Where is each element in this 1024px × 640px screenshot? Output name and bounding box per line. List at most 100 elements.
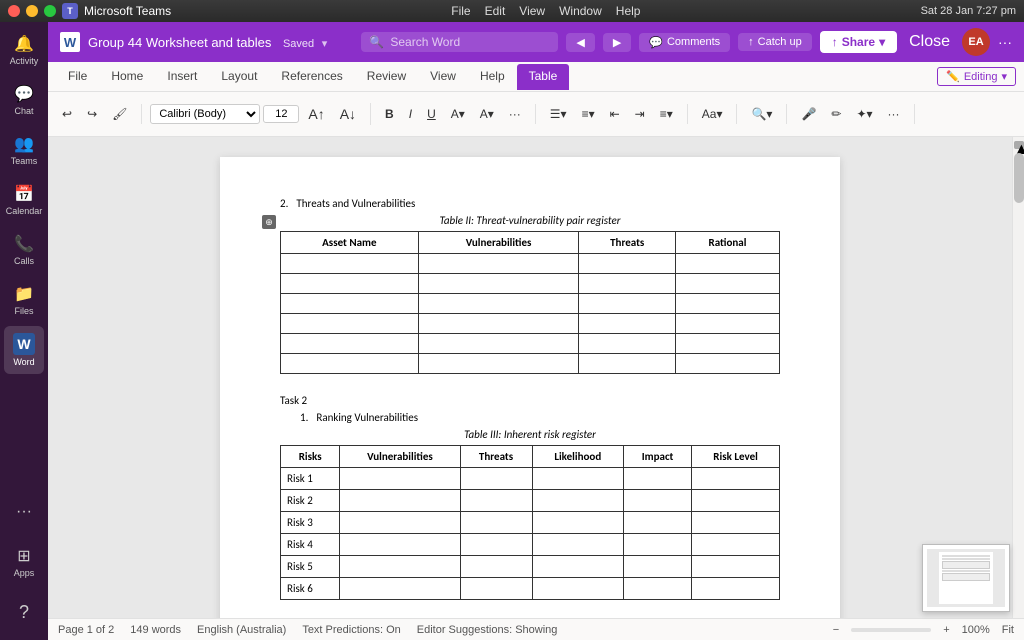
table-cell[interactable]	[692, 534, 780, 556]
table-cell[interactable]	[579, 294, 675, 314]
table-cell[interactable]	[675, 274, 779, 294]
font-increase-button[interactable]: A↑	[302, 103, 330, 125]
sidebar-item-calls[interactable]: 📞 Calls	[4, 226, 44, 274]
close-button[interactable]: Close	[905, 33, 954, 51]
menu-edit[interactable]: Edit	[485, 4, 506, 18]
table-cell[interactable]	[460, 578, 532, 600]
table-cell[interactable]	[692, 512, 780, 534]
sidebar-item-help[interactable]: ?	[4, 588, 44, 636]
risk-label-cell[interactable]: Risk 3	[281, 512, 340, 534]
vertical-scrollbar[interactable]: ▲	[1012, 137, 1024, 618]
indent-decrease-button[interactable]: ⇤	[604, 104, 626, 124]
table-cell[interactable]	[532, 534, 623, 556]
menu-window[interactable]: Window	[559, 4, 602, 18]
table-cell[interactable]	[340, 468, 460, 490]
traffic-lights[interactable]	[8, 5, 56, 17]
table-cell[interactable]	[532, 578, 623, 600]
table-cell[interactable]	[692, 490, 780, 512]
table-cell[interactable]	[692, 468, 780, 490]
comments-button[interactable]: 💬 Comments	[639, 33, 730, 52]
align-button[interactable]: ≡▾	[654, 104, 679, 124]
italic-button[interactable]: I	[403, 104, 418, 124]
table-cell[interactable]	[340, 512, 460, 534]
table-cell[interactable]	[579, 334, 675, 354]
menu-help[interactable]: Help	[616, 4, 641, 18]
word-search-box[interactable]: 🔍	[361, 32, 558, 52]
tab-insert[interactable]: Insert	[155, 64, 209, 90]
table-cell[interactable]	[418, 354, 579, 374]
table-cell[interactable]	[579, 254, 675, 274]
risk-label-cell[interactable]: Risk 6	[281, 578, 340, 600]
tab-review[interactable]: Review	[355, 64, 418, 90]
menu-view[interactable]: View	[519, 4, 545, 18]
table-cell[interactable]	[340, 556, 460, 578]
table-cell[interactable]	[692, 578, 780, 600]
risk-label-cell[interactable]: Risk 1	[281, 468, 340, 490]
sidebar-item-more[interactable]: ···	[4, 488, 44, 536]
sidebar-item-word[interactable]: W Word	[4, 326, 44, 374]
scroll-thumb[interactable]	[1014, 153, 1024, 203]
table-cell[interactable]	[675, 294, 779, 314]
table-cell[interactable]	[340, 490, 460, 512]
table-cell[interactable]	[675, 334, 779, 354]
more-format-button[interactable]: ···	[503, 104, 527, 124]
table-cell[interactable]	[623, 556, 691, 578]
table-cell[interactable]	[675, 354, 779, 374]
editing-badge[interactable]: ✏️ Editing ▾	[937, 67, 1016, 86]
suggestions-button[interactable]: ✦▾	[850, 104, 878, 124]
table-cell[interactable]	[281, 334, 419, 354]
table-cell[interactable]	[460, 468, 532, 490]
bullets-button[interactable]: ☰▾	[544, 104, 573, 124]
editor-button[interactable]: ✏	[825, 104, 847, 124]
sidebar-item-files[interactable]: 📁 Files	[4, 276, 44, 324]
font-color-button[interactable]: A▾	[474, 104, 500, 124]
tab-file[interactable]: File	[56, 64, 99, 90]
table-move-handle[interactable]: ⊕	[262, 215, 276, 229]
tab-home[interactable]: Home	[99, 64, 155, 90]
table-cell[interactable]	[623, 490, 691, 512]
table-cell[interactable]	[340, 534, 460, 556]
redo-button[interactable]: ↪	[81, 104, 103, 124]
table-cell[interactable]	[532, 556, 623, 578]
nav-forward-button[interactable]: ▶	[603, 33, 631, 52]
sidebar-item-teams[interactable]: 👥 Teams	[4, 126, 44, 174]
overflow-button[interactable]: ···	[882, 104, 906, 124]
table-cell[interactable]	[281, 294, 419, 314]
format-painter-button[interactable]: 🖌	[106, 104, 133, 124]
table-cell[interactable]	[418, 294, 579, 314]
table-cell[interactable]	[460, 512, 532, 534]
table-cell[interactable]	[623, 534, 691, 556]
sidebar-item-activity[interactable]: 🔔 Activity	[4, 26, 44, 74]
scroll-up-arrow[interactable]: ▲	[1014, 141, 1024, 149]
table-cell[interactable]	[418, 274, 579, 294]
table-cell[interactable]	[460, 490, 532, 512]
dictate-button[interactable]: 🎤	[795, 104, 822, 124]
zoom-slider[interactable]	[851, 628, 931, 632]
more-options-button[interactable]: ···	[998, 34, 1012, 50]
table-cell[interactable]	[281, 254, 419, 274]
table-cell[interactable]	[532, 468, 623, 490]
table-cell[interactable]	[623, 512, 691, 534]
table-cell[interactable]	[623, 468, 691, 490]
table-cell[interactable]	[281, 274, 419, 294]
close-traffic-light[interactable]	[8, 5, 20, 17]
zoom-minus[interactable]: −	[833, 624, 839, 636]
risk-label-cell[interactable]: Risk 2	[281, 490, 340, 512]
table-cell[interactable]	[281, 314, 419, 334]
font-decrease-button[interactable]: A↓	[334, 103, 362, 125]
indent-increase-button[interactable]: ⇥	[629, 104, 651, 124]
table-cell[interactable]	[418, 254, 579, 274]
table-cell[interactable]	[460, 534, 532, 556]
font-name-select[interactable]: Calibri (Body)	[150, 104, 260, 124]
table-cell[interactable]	[579, 274, 675, 294]
table-cell[interactable]	[623, 578, 691, 600]
tab-layout[interactable]: Layout	[209, 64, 269, 90]
saved-chevron[interactable]: ▾	[322, 38, 328, 50]
table-cell[interactable]	[579, 354, 675, 374]
maximize-traffic-light[interactable]	[44, 5, 56, 17]
undo-button[interactable]: ↩	[56, 104, 78, 124]
minimize-traffic-light[interactable]	[26, 5, 38, 17]
word-search-input[interactable]	[390, 35, 550, 49]
table-cell[interactable]	[532, 512, 623, 534]
find-button[interactable]: 🔍▾	[745, 104, 778, 124]
